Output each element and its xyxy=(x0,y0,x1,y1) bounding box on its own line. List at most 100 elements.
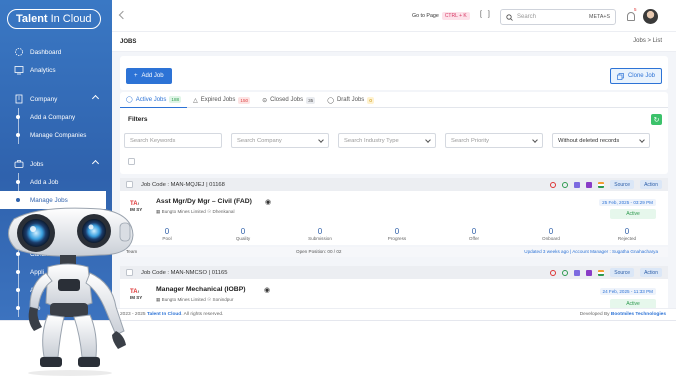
priority-select[interactable]: Search Priority xyxy=(445,133,543,148)
job-actions: Source Action xyxy=(550,180,668,189)
eye-icon[interactable]: ◉ xyxy=(265,198,271,206)
settings-icon[interactable] xyxy=(550,269,557,276)
search-placeholder: Search xyxy=(517,14,537,20)
tab-count: 35 xyxy=(306,96,316,104)
stat-submission[interactable]: 0 Submission xyxy=(295,227,345,241)
job-title[interactable]: Asst Mgr/Dy Mgr – Civil (FAD) xyxy=(156,198,252,205)
main-content: + Add Job Clone Job ◯ Active Jobs 188 △ … xyxy=(112,52,676,309)
copy-icon xyxy=(617,72,624,80)
job-tabs: ◯ Active Jobs 188 △ Expired Jobs 150 ⊝ C… xyxy=(120,92,668,108)
placeholder: Search Industry Type xyxy=(344,137,399,144)
job-code: Job Code : MAN-MQJEJ | 01168 xyxy=(141,181,225,188)
company-select[interactable]: Search Company xyxy=(231,133,329,148)
bullet-icon xyxy=(16,115,20,119)
notification-count: 5 xyxy=(634,7,637,12)
search-input[interactable]: Search META+S xyxy=(500,9,616,25)
open-position: Open Position: 00 / 02 xyxy=(296,249,342,254)
document-icon[interactable] xyxy=(574,269,581,276)
stat-label: Pool xyxy=(162,236,172,241)
sidebar-item-dashboard[interactable]: Dashboard xyxy=(0,43,112,61)
job-code: Job Code : MAN-NMCSO | 01165 xyxy=(141,269,228,276)
sidebar-item-manage-companies[interactable]: Manage Companies xyxy=(0,126,112,144)
tab-label: Draft Jobs xyxy=(336,97,365,103)
sidebar-item-label: Company xyxy=(30,95,58,103)
briefcase-icon xyxy=(14,160,24,168)
page-footer: 2023 - 2025 Talent In Cloud. All rights … xyxy=(112,308,676,320)
updated-info: Updated 3 weeks ago | Account Manager : … xyxy=(524,249,658,254)
goto-label: Go to Page xyxy=(412,13,439,19)
stat-quality[interactable]: 0 Quality xyxy=(218,227,268,241)
add-job-button[interactable]: + Add Job xyxy=(126,68,172,84)
chevron-down-icon xyxy=(425,136,431,143)
stat-value: 0 xyxy=(240,227,246,236)
tab-expired-jobs[interactable]: △ Expired Jobs 150 xyxy=(187,92,256,108)
selected-value: Without deleted records xyxy=(558,137,620,144)
settings-icon[interactable] xyxy=(550,181,557,188)
stat-value: 0 xyxy=(471,227,477,236)
tab-closed-jobs[interactable]: ⊝ Closed Jobs 35 xyxy=(256,92,321,108)
search-icon[interactable] xyxy=(562,269,569,276)
stat-progress[interactable]: 0 Progress xyxy=(372,227,422,241)
filters-title: Filters xyxy=(128,116,148,123)
eye-icon[interactable]: ◉ xyxy=(264,286,270,294)
action-button[interactable]: Action xyxy=(640,180,662,189)
refresh-icon[interactable]: ↻ xyxy=(651,114,662,125)
document-icon[interactable] xyxy=(574,181,581,188)
sidebar-item-label: Add a Company xyxy=(30,113,76,121)
page-title: JOBS xyxy=(120,39,137,45)
tab-draft-jobs[interactable]: ◯ Draft Jobs 0 xyxy=(321,92,380,108)
stat-label: Offer xyxy=(468,236,480,241)
bullet-icon xyxy=(16,133,20,137)
job-title[interactable]: Manager Mechanical (IOBP) xyxy=(156,286,246,293)
plus-icon: + xyxy=(134,73,138,79)
search-icon[interactable] xyxy=(562,181,569,188)
chevron-left-icon[interactable] xyxy=(118,10,128,20)
tab-count: 0 xyxy=(367,96,374,104)
tab-active-jobs[interactable]: ◯ Active Jobs 188 xyxy=(120,92,188,108)
chevron-up-icon xyxy=(91,94,100,103)
avatar[interactable] xyxy=(643,9,658,24)
goto-page[interactable]: Go to Page CTRL + K xyxy=(412,12,470,20)
bell-icon[interactable] xyxy=(627,12,635,21)
stat-value: 0 xyxy=(394,227,400,236)
monitor-icon xyxy=(14,66,24,75)
chevron-down-icon xyxy=(639,136,645,143)
stat-pool[interactable]: 0 Pool xyxy=(142,227,192,241)
stat-label: Onboard xyxy=(542,236,560,241)
deleted-records-select[interactable]: Without deleted records xyxy=(552,133,650,148)
monitor-icon[interactable] xyxy=(586,181,593,188)
industry-type-select[interactable]: Search Industry Type xyxy=(338,133,436,148)
job-meta: ▦ Bungto Mines Limited ☉ Sonindpur xyxy=(156,297,233,303)
action-button[interactable]: Action xyxy=(640,268,662,277)
building-icon: ▦ xyxy=(156,209,161,214)
location: Dhenkanal xyxy=(212,209,235,214)
brand-logo[interactable]: Talent In Cloud xyxy=(7,9,101,29)
job-header: Job Code : MAN-MQJEJ | 01168 Source Acti… xyxy=(120,178,668,191)
select-all-checkbox[interactable] xyxy=(128,158,135,165)
breadcrumb[interactable]: Jobs > List xyxy=(633,38,662,44)
clone-job-button[interactable]: Clone Job xyxy=(609,68,662,84)
stat-rejected[interactable]: 0 Rejected xyxy=(602,227,652,241)
monitor-icon[interactable] xyxy=(586,269,593,276)
tab-label: Expired Jobs xyxy=(200,97,236,103)
search-keywords-input[interactable]: Search Keywords xyxy=(124,133,222,148)
building-icon: ▦ xyxy=(156,297,161,302)
sidebar-item-add-company[interactable]: Add a Company xyxy=(0,108,112,126)
source-button[interactable]: Source xyxy=(610,268,635,277)
india-flag-icon xyxy=(598,181,605,188)
job-checkbox[interactable] xyxy=(126,181,133,188)
sidebar-item-add-job[interactable]: Add a Job xyxy=(0,173,112,191)
stat-onboard[interactable]: 0 Onboard xyxy=(526,227,576,241)
sidebar-item-label: Analytics xyxy=(30,66,56,74)
developer-link[interactable]: Bootmiles Technologies xyxy=(611,312,666,317)
sidebar-item-company[interactable]: Company xyxy=(0,90,112,108)
source-button[interactable]: Source xyxy=(610,180,635,189)
stat-offer[interactable]: 0 Offer xyxy=(449,227,499,241)
sidebar-item-jobs[interactable]: Jobs xyxy=(0,155,112,173)
fullscreen-icon[interactable]: [ ] xyxy=(480,11,492,18)
footer-brand-link[interactable]: Talent In Cloud xyxy=(147,312,181,317)
building-icon xyxy=(15,94,23,104)
sidebar-item-label: Manage Companies xyxy=(30,131,87,139)
sidebar-item-analytics[interactable]: Analytics xyxy=(0,61,112,79)
copyright-rights: . All rights reserved. xyxy=(181,312,224,317)
